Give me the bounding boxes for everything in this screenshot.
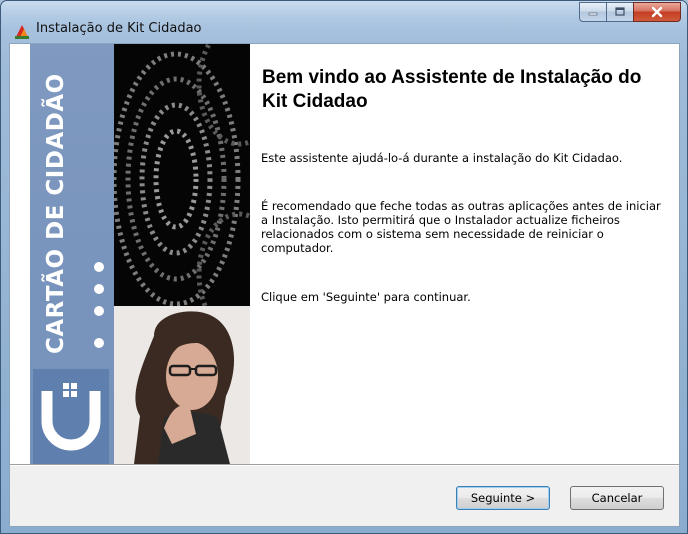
next-button[interactable]: Seguinte > [456,486,550,510]
title-bar[interactable]: Instalação de Kit Cidadao [1,1,687,41]
brand-text: CARTÃO DE CIDADÃO [43,73,69,354]
cancel-button[interactable]: Cancelar [570,486,664,510]
brand-dot [94,284,104,294]
recommendation-paragraph: É recomendado que feche todas as outras … [261,199,661,255]
minimize-icon [588,12,598,16]
installer-app-icon [15,25,29,39]
intro-paragraph: Este assistente ajudá-lo-á durante a ins… [261,151,623,165]
continue-instruction: Clique em 'Seguinte' para continuar. [261,290,471,304]
brand-dot [94,338,104,348]
brand-dot [94,306,104,316]
maximize-icon [615,7,625,16]
caption-buttons [579,2,681,22]
wizard-sidebar-banner: CARTÃO DE CIDADÃO [10,44,250,464]
wizard-client-area: CARTÃO DE CIDADÃO Bem vindo ao Assistent… [9,43,680,527]
installer-window: Instalação de Kit Cidadao CARTÃO DE CIDA… [0,0,688,534]
welcome-heading: Bem vindo ao Assistente de Instalação do… [262,67,642,112]
close-icon [651,6,663,18]
window-title: Instalação de Kit Cidadao [36,21,202,36]
maximize-button[interactable] [606,2,634,22]
minimize-button[interactable] [579,2,607,22]
footer-divider [10,464,679,466]
binary-code-art [114,44,250,306]
cartao-cidadao-logo [33,369,109,464]
woman-photo [114,306,250,464]
close-button[interactable] [633,2,681,22]
brand-dot [94,262,104,272]
